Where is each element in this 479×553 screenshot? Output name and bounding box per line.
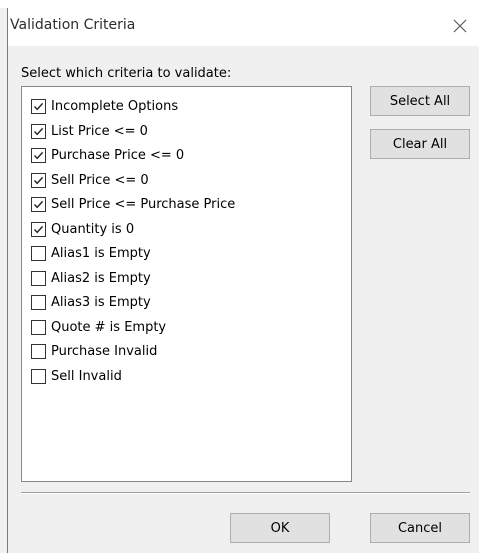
criteria-item[interactable]: Sell Invalid bbox=[31, 366, 122, 386]
criteria-item-label: Sell Price <= 0 bbox=[51, 172, 149, 188]
criteria-item[interactable]: Sell Price <= Purchase Price bbox=[31, 194, 235, 214]
criteria-item-label: List Price <= 0 bbox=[51, 123, 148, 139]
criteria-item[interactable]: Incomplete Options bbox=[31, 96, 178, 116]
criteria-checkbox[interactable] bbox=[31, 368, 46, 384]
checkmark-icon bbox=[33, 102, 44, 110]
criteria-item-label: Purchase Invalid bbox=[51, 343, 158, 359]
validation-criteria-dialog: Validation Criteria Select which criteri… bbox=[7, 8, 479, 553]
criteria-checkbox[interactable] bbox=[31, 98, 46, 114]
criteria-checkbox[interactable] bbox=[31, 343, 46, 359]
checkmark-icon bbox=[33, 200, 44, 208]
criteria-checkbox[interactable] bbox=[31, 319, 46, 335]
criteria-prompt: Select which criteria to validate: bbox=[21, 66, 232, 81]
dialog-title: Validation Criteria bbox=[10, 17, 136, 33]
criteria-item[interactable]: Purchase Price <= 0 bbox=[31, 145, 184, 165]
criteria-checkbox[interactable] bbox=[31, 172, 46, 188]
criteria-item[interactable]: Sell Price <= 0 bbox=[31, 170, 149, 190]
select-all-button[interactable]: Select All bbox=[370, 86, 470, 116]
criteria-item[interactable]: List Price <= 0 bbox=[31, 121, 148, 141]
criteria-item-label: Sell Invalid bbox=[51, 368, 122, 384]
criteria-item[interactable]: Alias2 is Empty bbox=[31, 268, 151, 288]
checkmark-icon bbox=[33, 127, 44, 135]
criteria-checkbox[interactable] bbox=[31, 147, 46, 163]
background-window bbox=[0, 0, 479, 8]
criteria-item[interactable]: Quote # is Empty bbox=[31, 317, 166, 337]
title-bar: Validation Criteria bbox=[8, 8, 479, 46]
criteria-item-label: Quantity is 0 bbox=[51, 221, 135, 237]
criteria-item-label: Sell Price <= Purchase Price bbox=[51, 196, 236, 212]
ok-button[interactable]: OK bbox=[230, 513, 330, 543]
criteria-item-label: Incomplete Options bbox=[51, 98, 179, 114]
criteria-checkbox[interactable] bbox=[31, 245, 46, 261]
page: Validation Criteria Select which criteri… bbox=[0, 0, 479, 553]
criteria-checkbox[interactable] bbox=[31, 196, 46, 212]
close-button[interactable] bbox=[446, 12, 474, 40]
criteria-item-label: Quote # is Empty bbox=[51, 319, 167, 335]
close-icon bbox=[453, 19, 467, 33]
criteria-checkbox[interactable] bbox=[31, 270, 46, 286]
checkmark-icon bbox=[33, 225, 44, 233]
criteria-checkbox[interactable] bbox=[31, 123, 46, 139]
criteria-checkbox[interactable] bbox=[31, 294, 46, 310]
criteria-item[interactable]: Purchase Invalid bbox=[31, 341, 157, 361]
criteria-item-label: Alias2 is Empty bbox=[51, 270, 151, 286]
clear-all-button[interactable]: Clear All bbox=[370, 129, 470, 159]
criteria-item[interactable]: Alias1 is Empty bbox=[31, 243, 151, 263]
criteria-checkbox[interactable] bbox=[31, 221, 46, 237]
criteria-item-label: Alias1 is Empty bbox=[51, 245, 151, 261]
checkmark-icon bbox=[33, 151, 44, 159]
criteria-item[interactable]: Quantity is 0 bbox=[31, 219, 134, 239]
cancel-button[interactable]: Cancel bbox=[370, 513, 470, 543]
criteria-item-label: Purchase Price <= 0 bbox=[51, 147, 185, 163]
separator bbox=[21, 492, 470, 494]
checkmark-icon bbox=[33, 176, 44, 184]
criteria-item[interactable]: Alias3 is Empty bbox=[31, 292, 151, 312]
criteria-item-label: Alias3 is Empty bbox=[51, 294, 151, 310]
criteria-checklist[interactable]: Incomplete Options List Price <= 0 Purchas… bbox=[21, 86, 352, 482]
